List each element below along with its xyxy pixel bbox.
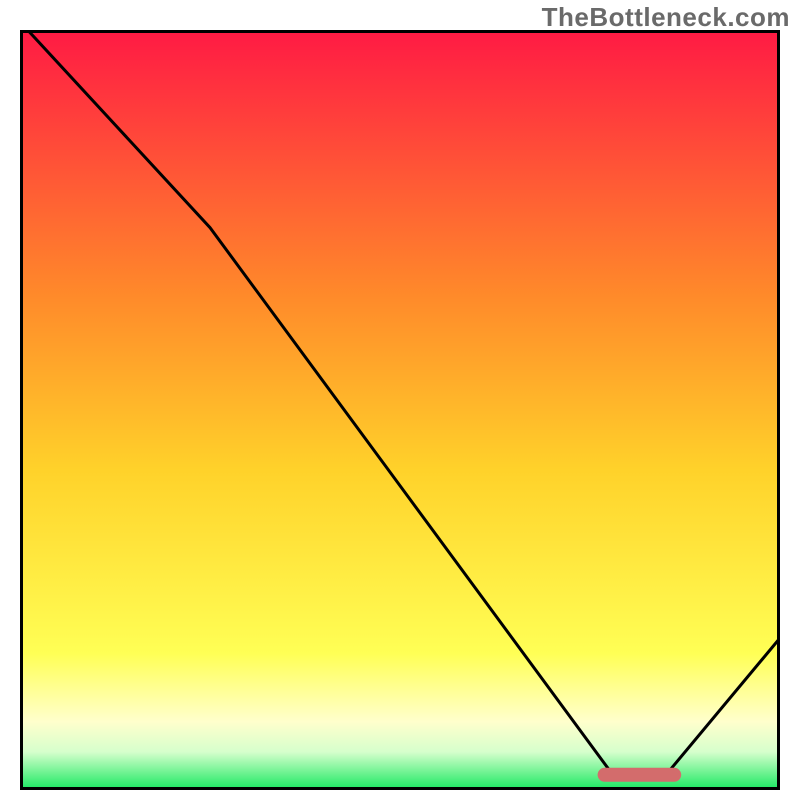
chart-wrapper: TheBottleneck.com (0, 0, 800, 800)
chart-svg (20, 30, 780, 790)
optimal-range-marker (598, 768, 682, 782)
watermark-text: TheBottleneck.com (542, 2, 790, 33)
plot-frame (20, 30, 780, 790)
